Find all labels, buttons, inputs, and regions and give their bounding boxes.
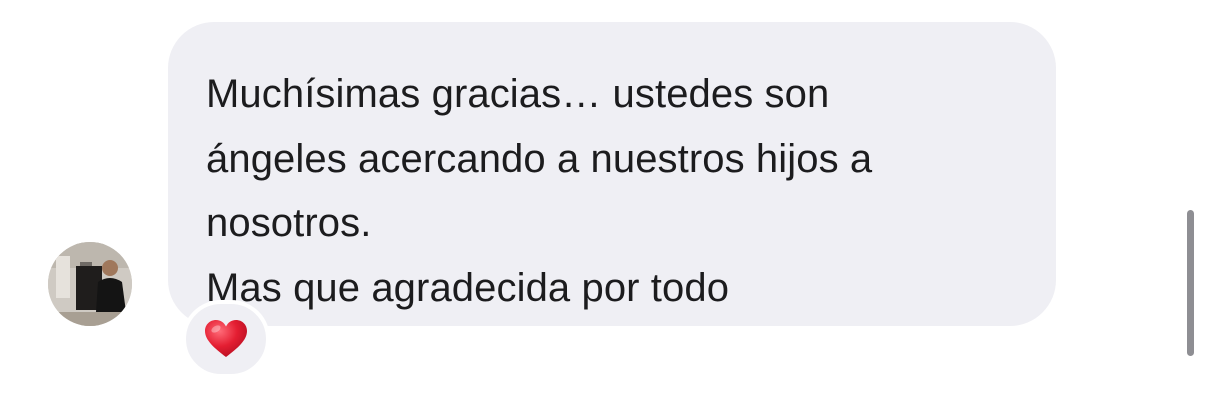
message-line: Mas que agradecida por todo [206,265,730,310]
message-line: Muchísimas gracias… ustedes son [206,72,830,116]
sender-avatar[interactable] [48,242,132,326]
avatar-photo [48,242,132,326]
message-line: nosotros. [206,201,372,245]
scrollbar-thumb[interactable] [1187,210,1194,356]
reaction-badge[interactable] [182,300,270,378]
red-heart-icon [205,320,247,357]
message-line: ángeles acercando a nuestros hijos a [206,136,873,181]
message-bubble[interactable]: Muchísimas gracias… ustedes son ángeles … [168,22,1056,326]
